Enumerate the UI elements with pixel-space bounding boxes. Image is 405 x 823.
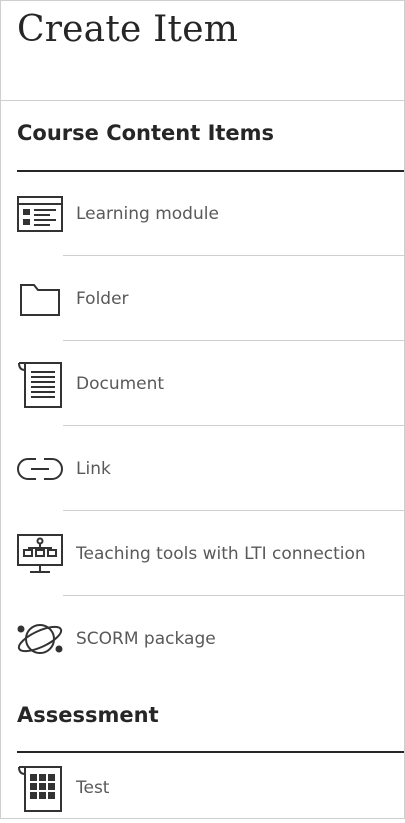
item-label: Learning module: [76, 204, 219, 224]
panel-header: Create Item: [1, 1, 404, 101]
item-label: Teaching tools with LTI connection: [76, 543, 366, 564]
lti-tools-icon: [15, 529, 65, 579]
create-scorm-package[interactable]: SCORM package: [1, 596, 404, 681]
test-icon: [15, 763, 65, 813]
scorm-package-icon: [15, 614, 65, 664]
learning-module-icon: [15, 189, 65, 239]
create-test[interactable]: Test: [1, 753, 404, 823]
document-icon: [15, 359, 65, 409]
section-heading-course-content: Course Content Items: [17, 101, 404, 172]
item-label: Document: [76, 373, 165, 394]
create-lti-tool[interactable]: Teaching tools with LTI connection: [1, 511, 404, 596]
section-heading-assessment: Assessment: [17, 681, 404, 753]
item-label: SCORM package: [76, 628, 216, 649]
assessment-list: Test: [1, 753, 404, 823]
create-learning-module[interactable]: Learning module: [1, 172, 404, 256]
page-title: Create Item: [17, 9, 239, 50]
folder-icon: [15, 274, 65, 324]
create-document[interactable]: Document: [1, 341, 404, 426]
item-label: Test: [76, 778, 110, 798]
item-label: Folder: [76, 288, 129, 309]
item-label: Link: [76, 458, 111, 479]
create-folder[interactable]: Folder: [1, 256, 404, 341]
link-icon: [15, 444, 65, 494]
create-link[interactable]: Link: [1, 426, 404, 511]
course-content-list: Learning module Folder Document Link Tea…: [1, 172, 404, 681]
create-item-panel: Create Item Course Content Items Learnin…: [0, 0, 405, 819]
